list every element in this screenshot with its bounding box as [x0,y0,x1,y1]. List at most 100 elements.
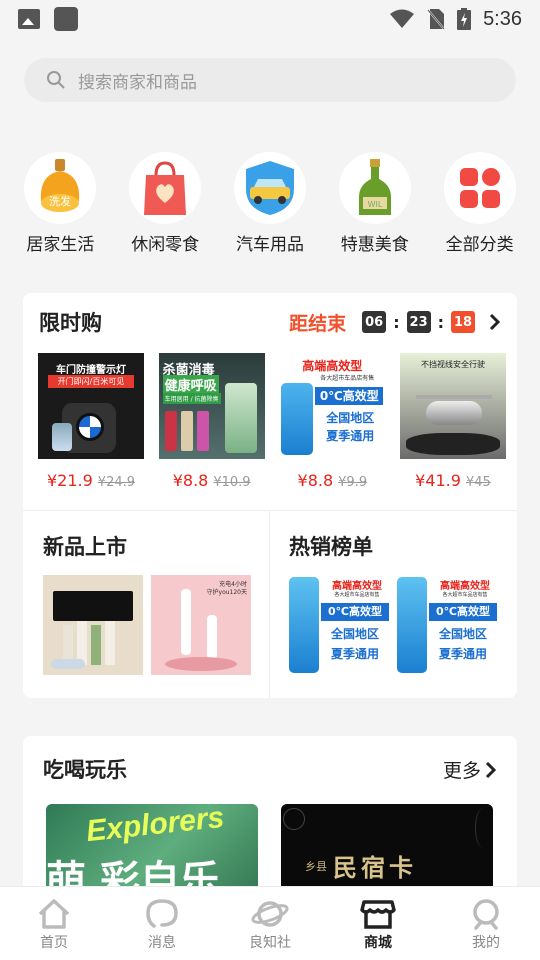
countdown-colon: : [437,312,444,332]
countdown-colon: : [393,312,400,332]
more-link[interactable]: 更多 [443,756,497,783]
category-label: 汽车用品 [235,235,304,255]
flash-sale-header: 限时购 距结束 06 : 23 : 18 [39,307,501,337]
hot-list-image-text: 各大超市车品店有售 [334,592,380,598]
tab-label: 我的 [472,934,500,951]
hot-list-image-text: 全国地区 [330,627,379,641]
product-image-tag: 开门即闪/百米可见 [48,375,134,388]
image-notification-icon [18,9,40,29]
product-image: 车门防撞警示灯 开门即闪/百米可见 [38,353,144,459]
new-arrival-image[interactable]: 充电4小时 守护you120天 [151,575,251,675]
new-arrivals-images[interactable]: 充电4小时 守护you120天 [43,575,251,675]
hot-list-image-text: 0℃高效型 [429,603,497,621]
category-car-supplies[interactable]: 汽车用品 [220,152,320,255]
countdown-minutes: 23 [406,311,431,333]
product-original-price: ¥9.9 [338,475,368,490]
status-time: 5:36 [483,7,522,30]
hot-list-images[interactable]: 高端高效型 各大超市车品店有售 0℃高效型 全国地区 夏季通用 高端高效型 各大… [289,575,497,675]
store-icon [360,899,396,929]
banner-text: 民宿卡 [333,854,417,882]
category-home-living[interactable]: 洗发 居家生活 [10,152,110,255]
tab-label: 消息 [148,934,176,951]
product-original-price: ¥10.9 [213,475,251,490]
product-card[interactable]: 高端高效型 各大超市车品店有售 0℃高效型 全国地区 夏季通用 ¥8.8 ¥9.… [274,353,390,490]
product-image-text: 不挡视线安全行驶 [420,360,485,369]
category-label: 居家生活 [26,235,95,255]
bottom-tab-bar: 首页 消息 良知社 商城 我的 [0,886,540,960]
category-snacks[interactable]: 休闲零食 [115,152,215,255]
tab-home[interactable]: 首页 [0,887,108,960]
bottle-icon: WIL [358,159,391,215]
hot-list-image-text: 各大超市车品店有售 [442,592,488,598]
tab-label: 商城 [364,934,392,951]
flash-sale-products: 车门防撞警示灯 开门即闪/百米可见 ¥21.9 ¥24.9 杀菌消毒 健康呼吸 … [33,353,511,490]
product-image-text: 全国地区 [326,411,375,425]
hot-list-image-text: 全国地区 [438,627,487,641]
product-card[interactable]: 杀菌消毒 健康呼吸 车用居用 / 抗菌除臭 ¥8.8 ¥10.9 [154,353,270,490]
tab-community[interactable]: 良知社 [216,887,324,960]
product-image-text: 车门防撞警示灯 [56,365,126,376]
hot-list-image[interactable]: 高端高效型 各大超市车品店有售 0℃高效型 全国地区 夏季通用 [289,575,389,675]
planet-icon [251,900,289,927]
tab-messages[interactable]: 消息 [108,887,216,960]
product-image: 不挡视线安全行驶 [399,353,506,459]
product-image-text: 0℃高效型 [315,387,384,405]
car-shield-icon [245,161,294,215]
wifi-icon [390,9,415,28]
tab-mall[interactable]: 商城 [324,887,432,960]
category-row: 洗发 居家生活 休闲零食 汽车用品 WIL 特惠美食 全部分类 [0,152,540,255]
lamp-icon: 洗发 [41,159,80,212]
hot-list-title[interactable]: 热销榜单 [289,531,373,561]
promo-card: 限时购 距结束 06 : 23 : 18 车门防撞警示灯 开门即闪/百米可见 ¥… [23,293,517,698]
product-original-price: ¥45 [465,475,491,490]
shopping-bag-icon [144,161,187,215]
chevron-right-icon[interactable] [489,313,501,331]
product-original-price: ¥24.9 [97,475,136,490]
countdown[interactable]: 距结束 06 : 23 : 18 [289,309,501,336]
new-arrival-image[interactable] [43,575,143,675]
more-label: 更多 [442,760,481,782]
divider [23,510,517,511]
food-fun-title: 吃喝玩乐 [43,758,127,782]
battery-charging-icon [457,8,472,30]
hot-list-image-text: 0℃高效型 [321,603,389,621]
countdown-hours: 06 [362,311,387,333]
product-image: 高端高效型 各大超市车品店有售 0℃高效型 全国地区 夏季通用 [279,353,386,459]
product-price: ¥8.8 [297,471,334,490]
product-image-tag: 车用居用 / 抗菌除臭 [162,393,221,404]
product-card[interactable]: 不挡视线安全行驶 ¥41.9 ¥45 [395,353,511,490]
banner-text: Explorers [84,804,226,849]
product-price: ¥8.8 [172,471,209,490]
product-card[interactable]: 车门防撞警示灯 开门即闪/百米可见 ¥21.9 ¥24.9 [33,353,149,490]
search-bar[interactable]: 搜索商家和商品 [24,58,516,102]
product-image-text: 高端高效型 [302,359,363,373]
grid-icon [459,168,500,208]
countdown-seconds: 18 [451,311,475,333]
banner-text: 乡县 [305,860,327,873]
search-placeholder: 搜索商家和商品 [78,72,197,93]
profile-icon [473,898,499,930]
category-label: 特惠美食 [340,235,409,255]
category-label: 休闲零食 [131,235,200,255]
new-arrival-image-text: 守护you120天 [206,589,247,596]
app-notification-icon [54,7,78,31]
divider [269,510,270,698]
product-image-text: 夏季通用 [326,429,375,443]
product-image-text: 健康呼吸 [162,375,219,394]
product-image-text: 各大超市车品店有售 [320,375,375,382]
category-all[interactable]: 全部分类 [430,152,530,255]
hot-list-image[interactable]: 高端高效型 各大超市车品店有售 0℃高效型 全国地区 夏季通用 [397,575,497,675]
hot-list-image-text: 高端高效型 [332,581,382,592]
new-arrivals-title[interactable]: 新品上市 [43,531,127,561]
product-price: ¥21.9 [46,471,93,490]
home-icon [38,898,70,929]
tab-profile[interactable]: 我的 [432,887,540,960]
flash-sale-title: 限时购 [39,311,102,335]
hot-list-image-text: 高端高效型 [440,581,490,592]
category-food-deals[interactable]: WIL 特惠美食 [325,152,425,255]
hot-list-image-text: 夏季通用 [438,647,487,661]
category-label: 全部分类 [445,235,514,255]
tab-label: 首页 [40,934,68,951]
product-image: 杀菌消毒 健康呼吸 车用居用 / 抗菌除臭 [158,353,265,459]
countdown-label: 距结束 [289,312,347,335]
